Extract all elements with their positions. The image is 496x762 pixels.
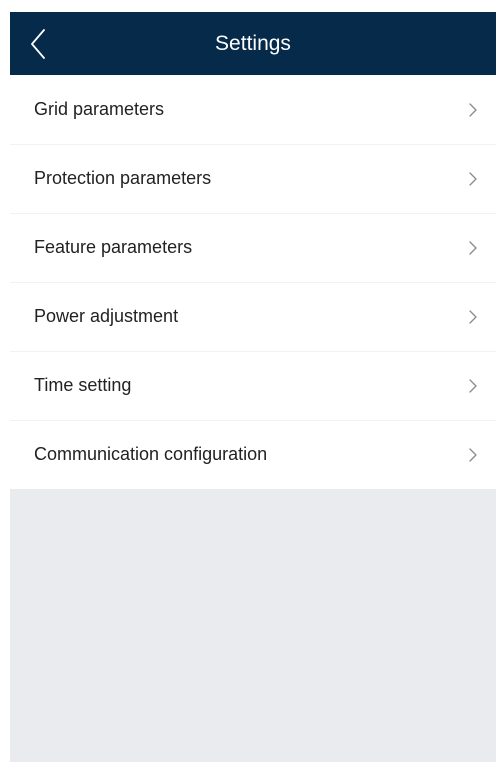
menu-item-label: Communication configuration — [34, 444, 268, 464]
settings-menu: Grid parameters Protection parameters Fe… — [10, 75, 496, 489]
chevron-right-icon — [469, 309, 477, 324]
menu-item-label: Grid parameters — [34, 99, 165, 119]
menu-item-feature-parameters[interactable]: Feature parameters — [10, 213, 496, 282]
chevron-right-icon — [469, 171, 477, 186]
menu-item-label: Time setting — [34, 375, 132, 395]
menu-item-label: Feature parameters — [34, 237, 193, 257]
menu-item-power-adjustment[interactable]: Power adjustment — [10, 282, 496, 351]
chevron-right-icon — [469, 447, 477, 462]
chevron-right-icon — [469, 378, 477, 393]
chevron-right-icon — [469, 102, 477, 117]
menu-item-time-setting[interactable]: Time setting — [10, 351, 496, 420]
page-title: Settings — [215, 32, 291, 55]
menu-item-label: Protection parameters — [34, 168, 212, 188]
menu-item-communication-configuration[interactable]: Communication configuration — [10, 420, 496, 489]
menu-item-grid-parameters[interactable]: Grid parameters — [10, 75, 496, 144]
back-button[interactable] — [18, 22, 58, 66]
header-bar: Settings — [10, 12, 496, 75]
chevron-right-icon — [469, 240, 477, 255]
settings-screen: Settings Grid parameters Protection para… — [10, 12, 496, 762]
chevron-left-icon — [31, 29, 45, 59]
menu-item-protection-parameters[interactable]: Protection parameters — [10, 144, 496, 213]
menu-item-label: Power adjustment — [34, 306, 179, 326]
